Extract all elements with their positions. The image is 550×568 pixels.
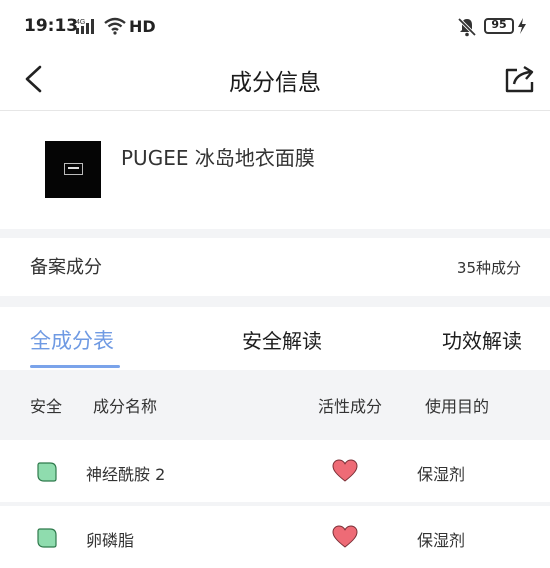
signal-icon: 4G (76, 19, 94, 34)
column-purpose: 使用目的 (425, 397, 490, 416)
status-bar: 19:13 4G HD 95 (0, 0, 550, 52)
safe-leaf-icon (37, 462, 57, 482)
active-tab-indicator (30, 365, 120, 368)
heart-icon (332, 525, 358, 548)
table-row[interactable]: 神经酰胺 2 保湿剂 (0, 440, 550, 502)
product-name: PUGEE 冰岛地衣面膜 (121, 146, 315, 170)
safe-leaf-icon (37, 528, 57, 548)
tab-bar: 全成分表 安全解读 功效解读 (0, 307, 550, 370)
tab-efficacy-analysis[interactable]: 功效解读 (442, 325, 522, 354)
ingredient-name: 神经酰胺 2 (86, 465, 166, 484)
column-active-ingredient: 活性成分 (318, 397, 383, 416)
share-icon[interactable] (503, 64, 537, 94)
ingredient-purpose: 保湿剂 (417, 531, 466, 550)
registered-ingredients-row: 备案成分 35种成分 (0, 238, 550, 296)
heart-icon (332, 459, 358, 482)
product-card[interactable]: PUGEE 冰岛地衣面膜 (0, 111, 550, 229)
battery-level: 95 (491, 18, 507, 31)
wifi-icon (104, 17, 126, 35)
status-time: 19:13 (24, 16, 79, 36)
product-image (45, 141, 101, 198)
table-row[interactable]: 卵磷脂 保湿剂 (0, 506, 550, 568)
mute-bell-icon (457, 17, 477, 37)
column-ingredient-name: 成分名称 (93, 397, 158, 416)
ingredient-count: 35种成分 (456, 259, 521, 277)
registered-ingredients-label: 备案成分 (30, 257, 102, 278)
nav-header: 成分信息 (0, 52, 550, 111)
tab-full-ingredients[interactable]: 全成分表 (30, 325, 114, 355)
network-label: 4G (76, 19, 85, 26)
ingredient-name: 卵磷脂 (86, 531, 135, 550)
ingredient-purpose: 保湿剂 (417, 465, 466, 484)
charging-icon (518, 18, 526, 34)
hd-label: HD (129, 17, 156, 36)
tab-safety-analysis[interactable]: 安全解读 (242, 325, 322, 354)
table-header: 安全 成分名称 活性成分 使用目的 (0, 370, 550, 436)
battery-icon: 95 (484, 18, 514, 34)
page-title: 成分信息 (229, 70, 321, 96)
column-safety: 安全 (30, 397, 63, 416)
